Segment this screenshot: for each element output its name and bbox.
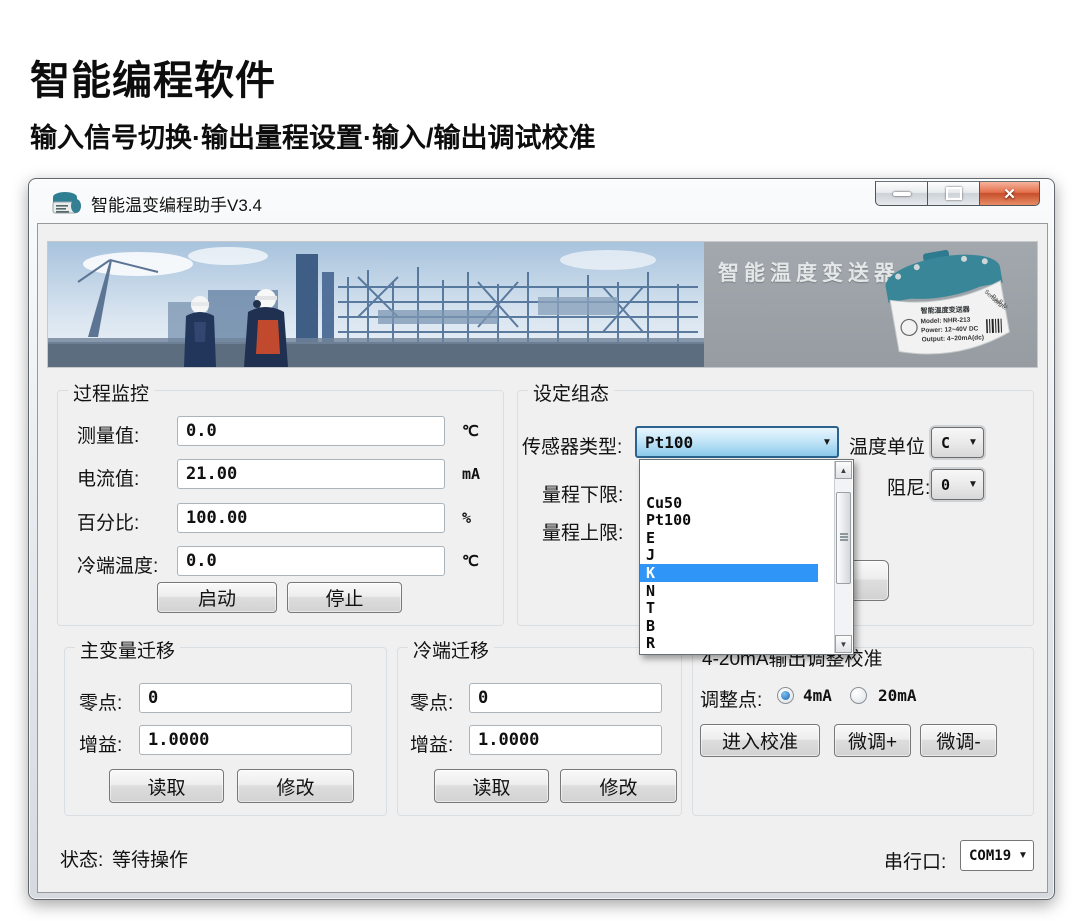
group-title: 主变量迁移 — [75, 636, 180, 663]
sensor-type-value: Pt100 — [637, 433, 817, 452]
cold-junction-temp-unit: ℃ — [462, 552, 479, 570]
cold-zero-input[interactable] — [469, 683, 662, 713]
damping-label: 阻尼: — [887, 473, 930, 500]
close-button[interactable]: ✕ — [980, 181, 1040, 206]
scrollbar-thumb[interactable] — [836, 492, 851, 584]
start-button[interactable]: 启动 — [157, 582, 277, 613]
industrial-plant-photo — [48, 242, 704, 367]
maximize-icon — [946, 187, 962, 200]
chevron-down-icon: ▼ — [817, 437, 837, 448]
primary-gain-label: 增益: — [79, 730, 122, 757]
app-icon — [51, 190, 83, 216]
measured-value-unit: ℃ — [462, 422, 479, 440]
damping-combobox[interactable]: 0 ▼ — [931, 469, 984, 500]
dropdown-item-selected[interactable]: K — [640, 564, 818, 582]
serial-port-combobox[interactable]: COM19 ▼ — [960, 840, 1034, 871]
current-value-unit: mA — [462, 465, 480, 483]
chevron-down-icon: ▼ — [1013, 850, 1033, 861]
group-title: 设定组态 — [528, 379, 614, 406]
status-value: 等待操作 — [112, 845, 188, 872]
dropdown-item[interactable] — [640, 476, 818, 494]
measured-value-label: 测量值: — [77, 421, 139, 448]
serial-port-value: COM19 — [961, 848, 1013, 864]
cold-gain-label: 增益: — [410, 730, 453, 757]
dropdown-item[interactable]: J — [640, 546, 818, 564]
dropdown-item[interactable]: T — [640, 599, 818, 617]
current-value-input[interactable] — [177, 459, 445, 489]
minimize-button[interactable] — [875, 181, 928, 206]
scrollbar-grip — [840, 533, 848, 535]
cold-zero-label: 零点: — [410, 688, 453, 715]
radio-20ma[interactable] — [850, 687, 867, 704]
serial-port-label: 串行口: — [884, 847, 946, 874]
measured-value-input[interactable] — [177, 416, 445, 446]
percentage-input[interactable] — [177, 503, 445, 533]
range-low-label: 量程下限: — [542, 480, 623, 507]
primary-gain-input[interactable] — [139, 725, 352, 755]
dropdown-item[interactable]: N — [640, 582, 818, 600]
dropdown-item[interactable]: Cu50 — [640, 494, 818, 512]
page-title: 智能编程软件 — [30, 48, 276, 106]
adjust-point-label: 调整点: — [700, 685, 762, 712]
radio-4ma[interactable] — [777, 687, 794, 704]
radio-20ma-label: 20mA — [878, 686, 917, 705]
temp-unit-value: C — [932, 434, 963, 452]
sensor-type-combobox[interactable]: Pt100 ▼ — [635, 426, 839, 458]
percentage-label: 百分比: — [77, 508, 139, 535]
fine-tune-minus-button[interactable]: 微调- — [920, 724, 997, 757]
cold-read-button[interactable]: 读取 — [434, 769, 549, 803]
dropdown-scrollbar[interactable]: ▲ ▼ — [834, 461, 852, 653]
primary-zero-label: 零点: — [79, 688, 122, 715]
scroll-up-icon[interactable]: ▲ — [835, 461, 852, 479]
stop-button[interactable]: 停止 — [287, 582, 402, 613]
scroll-down-icon[interactable]: ▼ — [835, 635, 852, 653]
range-high-label: 量程上限: — [542, 518, 623, 545]
group-title: 过程监控 — [68, 379, 154, 406]
primary-modify-button[interactable]: 修改 — [237, 769, 354, 803]
dropdown-item[interactable]: B — [640, 617, 818, 635]
chevron-down-icon: ▼ — [963, 437, 983, 448]
cold-junction-temp-input[interactable] — [177, 546, 445, 576]
dropdown-item[interactable]: Pt100 — [640, 511, 818, 529]
banner-right-panel: 智能温度变送器 智能温度变送器 Model: NHR-213 Power: 12… — [704, 242, 1037, 367]
app-window: 智能温变编程助手V3.4 ✕ — [28, 178, 1055, 900]
close-icon: ✕ — [1003, 185, 1016, 203]
cold-gain-input[interactable] — [469, 725, 662, 755]
dropdown-item[interactable]: R — [640, 634, 818, 652]
damping-value: 0 — [932, 476, 963, 494]
group-title: 冷端迁移 — [408, 636, 494, 663]
radio-4ma-label: 4mA — [803, 686, 832, 705]
enter-calibration-button[interactable]: 进入校准 — [700, 724, 820, 757]
temp-unit-combobox[interactable]: C ▼ — [931, 427, 984, 458]
window-title: 智能温变编程助手V3.4 — [91, 191, 262, 216]
percentage-unit: % — [462, 509, 471, 527]
window-client-area: 智能温度变送器 智能温度变送器 Model: NHR-213 Power: 12… — [37, 223, 1048, 893]
maximize-button[interactable] — [928, 181, 980, 206]
status-label: 状态: — [60, 845, 103, 872]
sensor-type-dropdown-list[interactable]: Cu50 Pt100 E J K N T B R ▲ ▼ — [639, 459, 854, 655]
cold-junction-temp-label: 冷端温度: — [77, 551, 158, 578]
current-value-label: 电流值: — [77, 464, 139, 491]
transmitter-product-image: 智能温度变送器 Model: NHR-213 Power: 12~40V DC … — [870, 246, 1030, 366]
primary-read-button[interactable]: 读取 — [109, 769, 224, 803]
sensor-type-label: 传感器类型: — [522, 432, 622, 459]
fine-tune-plus-button[interactable]: 微调+ — [834, 724, 911, 757]
cold-modify-button[interactable]: 修改 — [560, 769, 677, 803]
temp-unit-label: 温度单位 — [849, 432, 925, 459]
dropdown-item[interactable]: E — [640, 529, 818, 547]
primary-zero-input[interactable] — [139, 683, 352, 713]
title-bar[interactable]: 智能温变编程助手V3.4 ✕ — [29, 179, 1054, 223]
chevron-down-icon: ▼ — [963, 479, 983, 490]
banner: 智能温度变送器 智能温度变送器 Model: NHR-213 Power: 12… — [48, 242, 1037, 367]
page-subtitle: 输入信号切换·输出量程设置·输入/输出调试校准 — [30, 116, 595, 155]
minimize-icon — [893, 192, 911, 196]
